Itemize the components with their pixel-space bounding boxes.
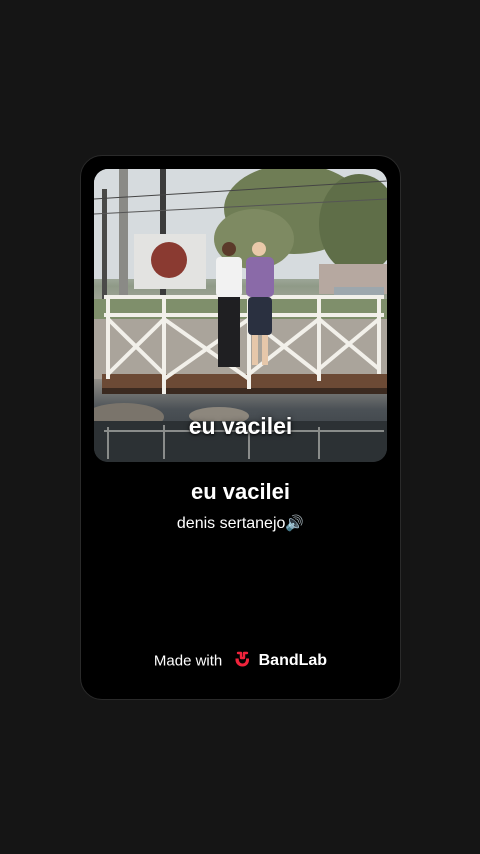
track-artwork: eu vacilei [94,169,387,462]
artist-name: denis sertanejo [176,515,286,532]
share-card: eu vacilei eu vacilei denis sertanejo🔊 M… [80,155,401,700]
speaker-emoji-icon: 🔊 [285,514,305,532]
bandlab-logo-icon [232,650,252,672]
artwork-caption: eu vacilei [188,413,293,439]
made-with-bandlab[interactable]: Made with BandLab [81,650,400,672]
story-frame: eu vacilei eu vacilei denis sertanejo🔊 M… [0,0,480,854]
track-title: eu vacilei [190,479,291,504]
artist-line: denis sertanejo🔊 [81,514,400,533]
made-with-label: Made with [153,652,223,670]
bandlab-brand-name: BandLab [258,652,328,669]
